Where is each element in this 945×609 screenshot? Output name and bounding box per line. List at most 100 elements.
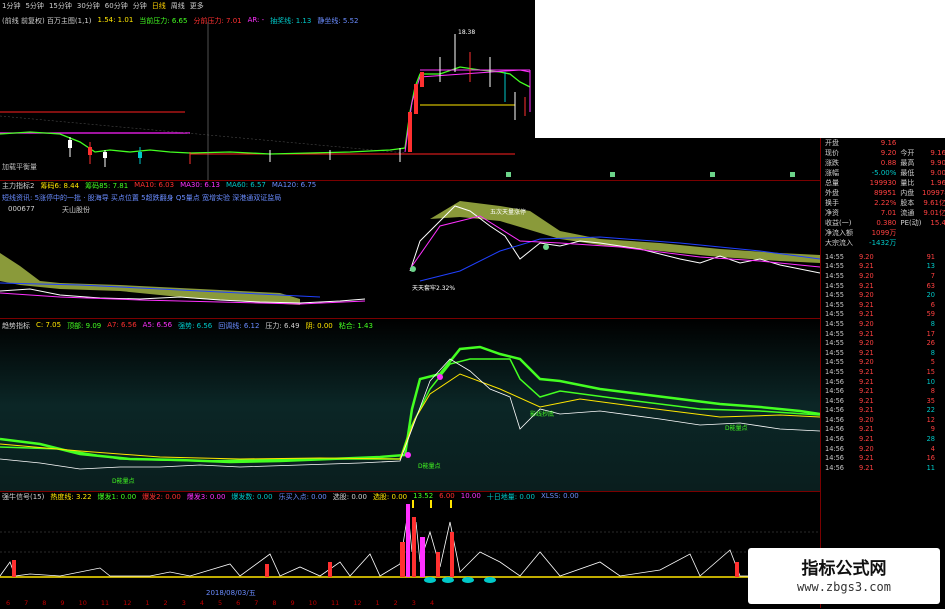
x-tick: 3 <box>411 598 416 607</box>
x-tick: 5 <box>217 598 223 607</box>
main-chart-svg <box>0 22 795 180</box>
tick-volume: 4 <box>930 444 935 453</box>
period-tab[interactable]: 5分钟 <box>25 1 43 11</box>
indicator-panel-3[interactable]: 趋势指标 C: 7.05 顶部: 9.09 A7: 6.56 A5: 6.56 强势: 6… <box>0 319 820 491</box>
tick-time: 14:55 <box>825 262 845 271</box>
period-toolbar: 1分钟 5分钟 15分钟 30分钟 60分钟 分钟 日线 周线 更多 <box>0 0 537 12</box>
tick-price: 9.20 <box>859 291 874 300</box>
tick-volume: 26 <box>926 339 935 348</box>
x-tick: 7 <box>24 598 29 607</box>
indicator-panel-4[interactable]: 强牛信号(15) 热度线: 3.22 爆发1: 0.00 爆发2: 0.00 爆发3: … <box>0 492 820 598</box>
tick-row: 14:56 9.21 28 <box>821 434 945 444</box>
period-tab[interactable]: 60分钟 <box>105 1 128 11</box>
tick-row: 14:55 9.21 63 <box>821 281 945 291</box>
quote-value: 2.22% <box>874 199 897 207</box>
quote-value2: 9.90 <box>930 159 945 167</box>
main-chart-panel[interactable]: (前线 前复权) 百万主图(1,1) 1.54: 1.01 当前压力: 6.65 分前… <box>0 12 820 180</box>
period-tab[interactable]: 分钟 <box>133 1 147 11</box>
energy-label: D能量点 <box>725 425 748 432</box>
tick-volume: 9 <box>930 425 935 434</box>
tick-price: 9.20 <box>859 339 874 348</box>
quote-panel: 开盘 9.16 现价 9.20 今开 9.16 涨跌 0.88 最高 9.90 涨幅 -5.00% 最低… <box>820 138 945 608</box>
yellow-ticks <box>412 500 452 508</box>
quote-value: 9.16 <box>880 139 897 147</box>
quote-key2: 最高 <box>900 159 915 167</box>
quote-row: 净资 7.01 流通 9.01亿 <box>821 208 945 218</box>
quote-key: 外盘 <box>825 189 839 197</box>
tick-volume: 12 <box>926 415 935 424</box>
tick-row: 14:55 9.21 8 <box>821 348 945 358</box>
quote-key: 现价 <box>825 149 839 157</box>
tick-time: 14:55 <box>825 319 845 328</box>
quote-key: 净流入额 <box>825 229 853 237</box>
tick-volume: 10 <box>926 377 935 386</box>
period-tab[interactable]: 1分钟 <box>2 1 20 11</box>
period-tab[interactable]: 周线 <box>171 1 185 11</box>
energy-label: D能量点 <box>418 463 441 470</box>
tick-row: 14:55 9.20 5 <box>821 358 945 368</box>
tick-volume: 91 <box>926 252 935 261</box>
tick-row: 14:55 9.20 91 <box>821 252 945 262</box>
quote-key2: 量比 <box>900 179 915 187</box>
tick-price: 9.20 <box>859 415 874 424</box>
x-tick: 1 <box>145 598 150 607</box>
cyan-markers <box>424 577 496 583</box>
period-tab[interactable]: 30分钟 <box>77 1 100 11</box>
quote-key2: 内盘 <box>900 189 915 197</box>
x-tick: 8 <box>42 598 47 607</box>
quote-row: 大宗流入 -1432万 <box>821 238 945 248</box>
x-tick: 4 <box>199 598 204 607</box>
tick-price: 9.21 <box>859 425 874 434</box>
period-tab[interactable]: 日线 <box>152 1 166 11</box>
tick-price: 9.20 <box>859 358 874 367</box>
x-tick: 12 <box>123 598 132 607</box>
tick-volume: 11 <box>926 463 935 472</box>
tick-time: 14:55 <box>825 271 845 280</box>
tick-volume: 63 <box>926 281 935 290</box>
tick-list[interactable]: 14:55 9.20 91 14:55 9.21 13 14:55 9.20 7 14:55 9.2… <box>821 252 945 473</box>
tick-price: 9.21 <box>859 329 874 338</box>
period-tab[interactable]: 15分钟 <box>49 1 72 11</box>
quote-value2: 109978 <box>922 189 945 197</box>
tick-row: 14:56 9.20 4 <box>821 444 945 454</box>
tick-time: 14:56 <box>825 387 845 396</box>
quote-row: 涨幅 -5.00% 最低 9.00 <box>821 168 945 178</box>
tick-price: 9.21 <box>859 406 874 415</box>
quote-key: 涨跌 <box>825 159 839 167</box>
tick-time: 14:56 <box>825 396 845 405</box>
quote-row: 涨跌 0.88 最高 9.90 <box>821 158 945 168</box>
tick-row: 14:55 9.21 15 <box>821 367 945 377</box>
tick-volume: 8 <box>930 319 935 328</box>
x-tick: 9 <box>60 598 65 607</box>
tick-row: 14:55 9.20 7 <box>821 271 945 281</box>
quote-value: 199930 <box>869 179 897 187</box>
tick-row: 14:56 9.21 8 <box>821 386 945 396</box>
quote-key2: 今开 <box>900 149 915 157</box>
cloud-right <box>430 201 820 263</box>
x-tick: 7 <box>254 598 259 607</box>
thick-trend <box>0 345 820 464</box>
x-tick: 10 <box>308 598 317 607</box>
tick-price: 9.20 <box>859 271 874 280</box>
tick-volume: 22 <box>926 406 935 415</box>
quote-row: 开盘 9.16 <box>821 138 945 148</box>
indicator-panel-2[interactable]: 主力指标2 筹码6: 8.44 筹码85: 7.81 MA10: 6.03 MA30: … <box>0 181 820 318</box>
tick-row: 14:56 9.21 10 <box>821 377 945 387</box>
tick-volume: 28 <box>926 435 935 444</box>
quote-key: 涨幅 <box>825 169 839 177</box>
tick-row: 14:55 9.21 6 <box>821 300 945 310</box>
tick-row: 14:56 9.21 16 <box>821 453 945 463</box>
signal-dot <box>543 244 549 250</box>
tick-time: 14:55 <box>825 281 845 290</box>
watermark-title: 指标公式网 <box>801 559 887 579</box>
indicator2-svg <box>0 201 820 305</box>
x-tick: 11 <box>100 598 110 607</box>
tick-price: 9.21 <box>859 396 874 405</box>
x-tick: 8 <box>272 598 277 607</box>
tick-row: 14:55 9.20 26 <box>821 338 945 348</box>
quote-key2: 流通 <box>900 209 915 217</box>
tick-volume: 15 <box>926 367 935 376</box>
tick-price: 9.21 <box>859 463 874 472</box>
period-tab[interactable]: 更多 <box>190 1 204 11</box>
tick-row: 14:55 9.21 17 <box>821 329 945 339</box>
